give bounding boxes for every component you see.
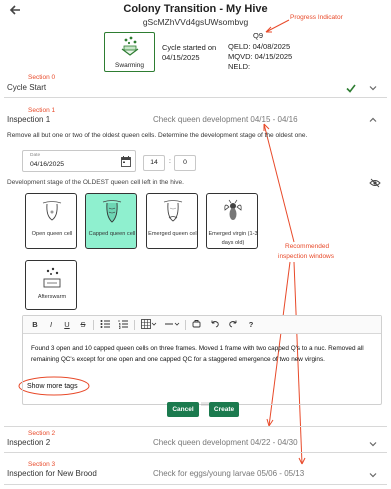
calendar-icon[interactable]	[121, 156, 131, 167]
check-icon	[345, 81, 357, 93]
strikethrough-button[interactable]: S	[78, 319, 88, 331]
notes-editor[interactable]: B I U S ? Found 3 open and 10 capped que…	[22, 315, 382, 406]
clear-format-icon[interactable]	[191, 319, 203, 331]
bold-button[interactable]: B	[30, 319, 40, 331]
stage-card-afterswarm[interactable]: Afterswarm	[25, 260, 77, 310]
undo-icon[interactable]	[209, 319, 221, 331]
time-colon: :	[169, 158, 171, 165]
inspection-window: Check queen development 04/15 - 04/16	[153, 115, 298, 124]
editor-toolbar: B I U S ?	[23, 316, 381, 334]
show-more-tags-link[interactable]: Show more tags	[27, 383, 78, 390]
cycle-started-label: Cycle started on	[162, 43, 217, 52]
stage-label: Swarming	[115, 62, 144, 69]
inspection-window: Check queen development 04/22 - 04/30	[153, 438, 298, 447]
underline-button[interactable]: U	[62, 319, 72, 331]
stage-label: Open queen cell	[31, 231, 73, 237]
section-title: Inspection 1	[7, 115, 51, 124]
redo-icon[interactable]	[227, 319, 239, 331]
section-inspection-1[interactable]: Inspection 1 Check queen development 04/…	[4, 113, 387, 128]
annotation-window-arrows	[263, 123, 306, 465]
stage-label: Emerged virgin (1-3 days old)	[208, 231, 258, 246]
section-inspection-new-brood[interactable]: Inspection for New Brood Check for eggs/…	[4, 458, 387, 485]
section-inspection-2[interactable]: Inspection 2 Check queen development 04/…	[4, 426, 387, 453]
open-queen-cell-icon	[42, 201, 62, 221]
notes-text[interactable]: Found 3 open and 10 capped queen cells o…	[31, 344, 376, 365]
queen-dates: QELD: 04/08/2025 MQVD: 04/15/2025 NELD:	[228, 42, 292, 71]
stage-card-emerged-queen-cell[interactable]: Emerged queen cell	[146, 193, 198, 249]
dev-stage-label: Development stage of the OLDEST queen ce…	[7, 179, 184, 186]
section-title: Inspection for New Brood	[7, 469, 97, 478]
neld-date: NELD:	[228, 61, 251, 71]
chevron-down-icon[interactable]	[368, 439, 378, 449]
date-field[interactable]: Date 04/16/2025	[22, 150, 136, 172]
virgin-queen-icon	[224, 199, 242, 220]
minute-input[interactable]: 0	[174, 155, 196, 171]
current-stage-badge: Swarming	[104, 32, 155, 72]
eye-off-icon[interactable]	[369, 178, 381, 188]
stage-card-emerged-virgin[interactable]: Emerged virgin (1-3 days old)	[206, 193, 258, 249]
numbered-list-icon[interactable]	[117, 319, 129, 331]
italic-button[interactable]: I	[46, 319, 56, 331]
stage-label: Afterswarm	[37, 294, 67, 300]
toolbar-separator	[93, 320, 94, 330]
bullet-list-icon[interactable]	[99, 319, 111, 331]
stage-label: Capped queen cell	[88, 231, 136, 237]
cycle-started-date: 04/15/2025	[162, 53, 200, 62]
qeld-date: QELD: 04/08/2025	[228, 42, 291, 51]
stage-label: Emerged queen cell	[148, 231, 198, 237]
afterswarm-icon	[43, 267, 61, 288]
instructions-text: Remove all but one or two of the oldest …	[7, 132, 308, 139]
help-button[interactable]: ?	[245, 319, 257, 331]
section-title: Cycle Start	[7, 83, 47, 92]
text-color-icon[interactable]	[163, 319, 181, 331]
inspection-window: Check for eggs/young larvae 05/06 - 05/1…	[153, 469, 305, 478]
stage-card-capped-queen-cell[interactable]: Capped queen cell	[85, 193, 137, 249]
date-caption: Date	[30, 153, 41, 158]
emerged-queen-cell-icon	[163, 200, 183, 222]
toolbar-separator	[134, 320, 135, 330]
page-header: Colony Transition - My Hive gScMZhVVd4gs…	[0, 0, 391, 76]
mqvd-date: MQVD: 04/15/2025	[228, 51, 293, 61]
create-button[interactable]: Create	[209, 402, 239, 417]
honeycomb-bees-icon	[121, 36, 139, 56]
hour-input[interactable]: 14	[143, 155, 165, 171]
capped-queen-cell-icon	[102, 200, 122, 223]
date-value: 04/16/2025	[30, 161, 65, 168]
table-icon[interactable]	[140, 319, 158, 331]
toolbar-separator	[185, 320, 186, 330]
cancel-button[interactable]: Cancel	[167, 402, 199, 417]
chevron-down-icon[interactable]	[368, 83, 378, 93]
annotation-arrow	[265, 19, 290, 33]
section-cycle-start[interactable]: Cycle Start	[4, 80, 387, 98]
section-title: Inspection 2	[7, 438, 51, 447]
cycle-started: Cycle started on 04/15/2025	[162, 43, 216, 63]
stage-card-open-queen-cell[interactable]: Open queen cell	[25, 193, 77, 249]
chevron-down-icon[interactable]	[368, 470, 378, 480]
chevron-up-icon[interactable]	[368, 115, 378, 125]
